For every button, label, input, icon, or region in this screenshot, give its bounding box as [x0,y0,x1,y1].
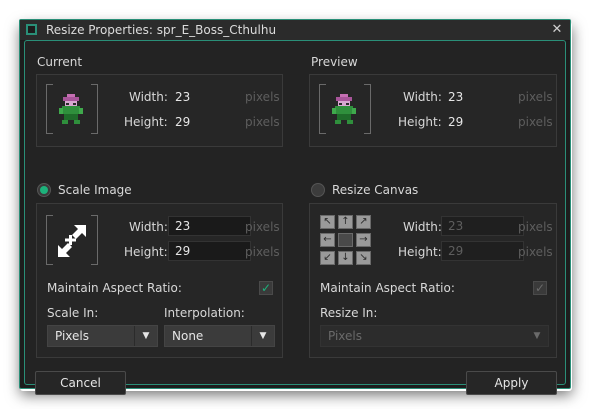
current-height-value: 29 [175,115,191,129]
resize-canvas-radio[interactable] [311,183,325,197]
current-width-unit: pixels [245,90,280,104]
resize-in-select[interactable]: Pixels ▼ [320,325,549,347]
scale-thumbnail [46,215,98,267]
current-width-value: 23 [175,90,191,104]
resize-in-label: Resize In: [320,306,378,320]
interpolation-select[interactable]: None ▼ [164,325,275,347]
preview-width-unit: pixels [518,90,553,104]
anchor-top[interactable]: ↑ [338,215,353,229]
preview-height-label: Height: [398,115,442,129]
scale-in-select[interactable]: Pixels ▼ [47,325,158,347]
current-sprite-thumbnail [46,84,98,136]
scale-width-input[interactable]: 23 [168,216,251,236]
scale-image-radio[interactable] [37,183,51,197]
scale-height-unit: pixels [245,245,280,259]
preview-width-value: 23 [448,90,464,104]
chevron-down-icon: ▼ [533,331,541,341]
scale-in-value: Pixels [55,329,90,343]
canvas-width-input[interactable]: 23 [441,216,524,236]
canvas-height-unit: pixels [518,245,553,259]
scale-height-input[interactable]: 29 [168,241,251,261]
current-heading: Current [37,55,83,69]
cancel-button[interactable]: Cancel [35,371,126,395]
scale-aspect-label: Maintain Aspect Ratio: [47,281,182,295]
preview-height-unit: pixels [518,115,553,129]
canvas-aspect-checkbox[interactable]: ✓ [533,281,547,295]
anchor-grid: ↖ ↑ ↗ ← → ↙ ↓ ↘ [320,215,372,267]
canvas-height-label: Height: [398,245,442,259]
interpolation-value: None [172,329,204,343]
resize-in-value: Pixels [328,329,363,343]
canvas-width-unit: pixels [518,220,553,234]
resize-dialog: Resize Properties: spr_E_Boss_Cthulhu ✕ … [19,19,571,395]
preview-height-value: 29 [448,115,464,129]
scale-width-unit: pixels [245,220,280,234]
preview-heading: Preview [311,55,358,69]
window-title: Resize Properties: spr_E_Boss_Cthulhu [46,23,277,37]
scale-image-label[interactable]: Scale Image [58,183,132,197]
current-height-unit: pixels [245,115,280,129]
canvas-width-label: Width: [403,220,442,234]
anchor-bottom-right[interactable]: ↘ [356,251,371,265]
scale-width-label: Width: [129,220,168,234]
sprite-image [59,94,83,124]
canvas-panel: ↖ ↑ ↗ ← → ↙ ↓ ↘ Width: 23 pixels Height:… [309,203,557,358]
close-icon[interactable]: ✕ [546,21,568,38]
apply-button[interactable]: Apply [466,371,557,395]
anchor-top-right[interactable]: ↗ [356,215,371,229]
window-icon [26,24,37,35]
preview-panel: Width: 23 pixels Height: 29 pixels [309,74,557,147]
anchor-bottom-left[interactable]: ↙ [320,251,335,265]
chevron-down-icon: ▼ [134,326,157,346]
scale-in-label: Scale In: [47,306,99,320]
anchor-bottom[interactable]: ↓ [338,251,353,265]
scale-height-label: Height: [124,245,168,259]
sprite-image [332,94,356,124]
anchor-left[interactable]: ← [320,233,335,247]
dialog-body: Current Width: 23 pixels Height: 29 pixe… [24,40,566,395]
expand-arrows-icon [58,225,86,257]
scale-aspect-checkbox[interactable]: ✓ [259,281,273,295]
preview-sprite-thumbnail [319,84,371,136]
chevron-down-icon: ▼ [251,326,274,346]
anchor-top-left[interactable]: ↖ [320,215,335,229]
current-panel: Width: 23 pixels Height: 29 pixels [36,74,283,147]
title-bar[interactable]: Resize Properties: spr_E_Boss_Cthulhu ✕ [20,20,570,41]
current-height-label: Height: [124,115,168,129]
anchor-center[interactable] [338,233,353,247]
resize-canvas-label[interactable]: Resize Canvas [332,183,418,197]
scale-panel: Width: 23 pixels Height: 29 pixels Maint… [36,203,283,358]
preview-width-label: Width: [403,90,442,104]
canvas-height-input[interactable]: 29 [441,241,524,261]
anchor-right[interactable]: → [356,233,371,247]
interpolation-label: Interpolation: [164,306,245,320]
current-width-label: Width: [129,90,168,104]
canvas-aspect-label: Maintain Aspect Ratio: [320,281,455,295]
